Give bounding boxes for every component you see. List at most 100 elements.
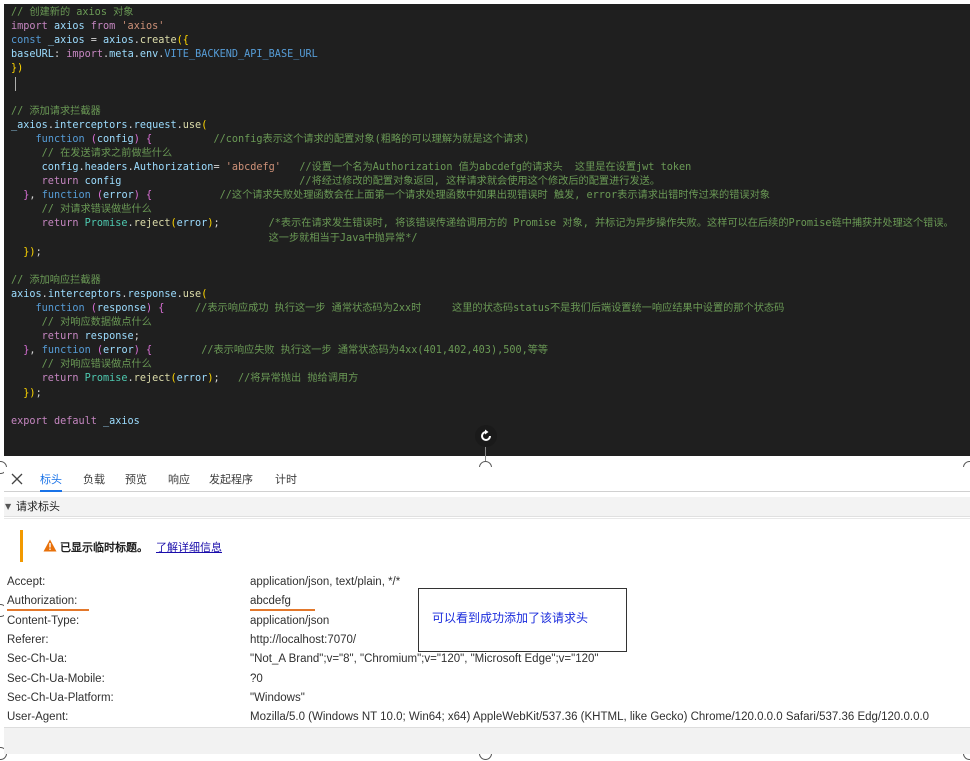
code-token: ; [35,246,42,258]
code-token: // 对响应数据做点什么 [41,317,152,329]
code-editor[interactable]: // 创建新的 axios 对象 import axios from 'axios… [4,4,970,456]
code-token: config [41,162,79,174]
table-row: Sec-Ch-Ua: "Not_A Brand";v="8", "Chromium… [4,650,970,669]
tab-payload[interactable]: 负载 [83,471,105,492]
code-line: // 在发送请求之前做些什么 [11,147,954,161]
code-token: return [41,373,85,385]
tab-timing[interactable]: 计时 [275,471,297,492]
code-token: }) [23,387,36,399]
text-cursor [15,77,16,91]
code-token: // 添加请求拦截器 [11,105,101,117]
code-token: _axios [103,415,140,427]
tab-preview[interactable]: 预览 [125,471,147,492]
code-token: import [11,21,54,33]
code-line: return Promise.reject(error); /*表示在请求发生错… [11,217,954,231]
code-token: // 添加响应拦截器 [11,274,101,286]
authorization-name-underline [7,609,89,611]
code-token: 'axios' [121,21,165,33]
code-token: create [139,35,177,47]
code-line: return config //将经过修改的配置对象返回, 这样请求就会使用这个… [11,175,954,189]
code-token: ; [213,373,238,385]
code-token: ) [133,345,146,357]
code-token: //表示响应失败 执行这一步 通常状态码为4xx(401,402,403),50… [201,345,549,357]
code-token: response [96,302,146,314]
code-line: }) [11,62,954,76]
section-title: 请求标头 [16,500,60,513]
code-token: error [103,190,134,202]
code-token: use [182,119,202,131]
code-token: = [90,35,104,47]
header-name: Sec-Ch-Ua-Mobile: [7,673,105,685]
code-token: headers [84,162,128,174]
code-token: response [84,331,134,343]
code-line: }, function (error) { //这个请求失败处理函数会在上面第一… [11,189,954,203]
code-token: }) [23,246,36,258]
header-name: User-Agent: [7,711,69,723]
annotation-box: 可以看到成功添加了该请求头 [418,588,627,652]
code-token: // 对请求错误做些什么 [41,204,152,216]
close-icon[interactable] [10,472,24,486]
learn-more-link[interactable]: 了解详细信息 [156,539,222,555]
header-name: Sec-Ch-Ua-Platform: [7,692,114,704]
code-token: error [103,345,134,357]
code-token: ) [133,133,146,145]
code-token: ({ [176,35,189,47]
code-token: , [29,190,42,202]
code-line: function (response) { //表示响应成功 执行这一步 通常状… [11,302,954,316]
table-row: User-Agent: Mozilla/5.0 (Windows NT 10.0;… [4,708,970,727]
code-token: meta [109,49,134,61]
code-line: 这一步就相当于Java中抛异常*/ [11,232,954,246]
code-token: import [66,49,104,61]
header-value: application/json, text/plain, */* [250,576,401,588]
code-line: }, function (error) { //表示响应失败 执行这一步 通常状… [11,344,954,358]
code-token: reject [133,218,171,230]
code-token: /*表示在请求发生错误时, 将该错误传递给调用方的 Promise 对象, 并标… [268,218,954,230]
table-row: Sec-Ch-Ua-Platform: "Windows" [4,689,970,708]
code-token: //将经过修改的配置对象返回, 这样请求就会使用这个修改后的配置进行发送。 [299,176,661,188]
code-token: VITE_BACKEND_API_BASE_URL [164,49,318,61]
code-token: interceptors [47,288,122,300]
code-line: // 添加响应拦截器 [11,274,954,288]
tab-initiator[interactable]: 发起程序 [209,471,253,492]
code-token: 这一步就相当于Java中抛异常*/ [268,232,418,244]
header-value: "Not_A Brand";v="8", "Chromium";v="120",… [250,653,599,665]
code-token: function [41,345,97,357]
code-token: baseURL [11,49,54,61]
code-token: //config表示这个请求的配置对象(粗略的可以理解为就是这个请求) [213,133,530,145]
section-header[interactable]: ▼ 请求标头 [4,497,970,517]
code-token: : [53,49,67,61]
code-token: //将异常抛出 抛给调用方 [238,373,359,385]
header-value: Mozilla/5.0 (Windows NT 10.0; Win64; x64… [250,711,930,723]
code-token: return [41,176,85,188]
code-token: ; [213,218,269,230]
code-token: , [29,345,42,357]
code-token: ) [145,302,159,314]
code-token: Promise [84,218,128,230]
tab-headers[interactable]: 标头 [40,471,62,492]
code-token: axios [11,288,42,300]
rotate-icon[interactable] [475,425,497,447]
code-line: }); [11,246,954,260]
code-token: ( [201,119,208,131]
code-line: return response; [11,330,954,344]
tab-response[interactable]: 响应 [168,471,190,492]
code-line: import axios from 'axios' [11,20,954,34]
code-line: function (config) { //config表示这个请求的配置对象(… [11,133,954,147]
code-token: reject [133,373,171,385]
code-token: use [182,288,202,300]
divider [4,518,970,519]
header-value: application/json [250,615,330,627]
code-line: config.headers.Authorization= 'abcdefg' … [11,161,954,175]
code-token: config [96,133,134,145]
code-token: //表示响应成功 执行这一步 通常状态码为2xx时 这里的状态码status不是… [195,302,785,314]
code-token: return [41,331,85,343]
code-line: // 对请求错误做些什么 [11,203,954,217]
